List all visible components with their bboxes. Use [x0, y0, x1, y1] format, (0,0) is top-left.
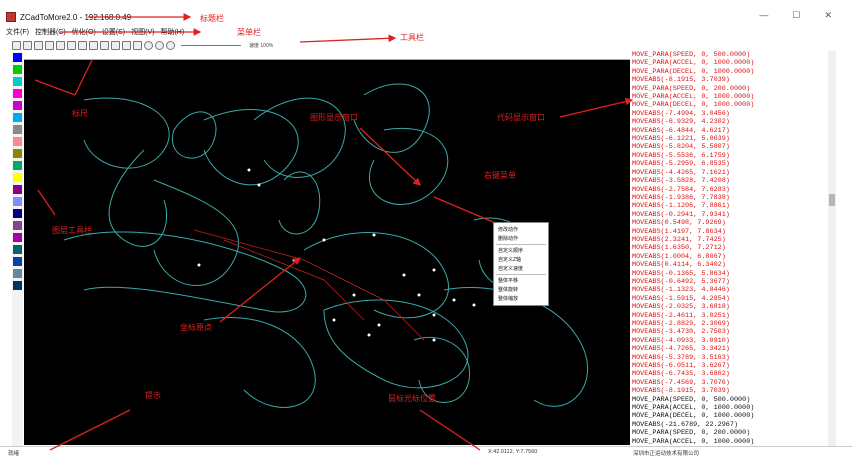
- anno-cursor-position: 鼠标光标位置: [388, 394, 436, 403]
- anno-menu-bar: 菜单栏: [237, 28, 261, 37]
- anno-layer-toolbar: 图层工具栏: [52, 226, 92, 235]
- anno-hint: 提示: [145, 391, 161, 400]
- anno-code-window: 代码显示窗口: [497, 113, 545, 122]
- anno-title-bar: 标题栏: [200, 14, 224, 23]
- anno-graphic-window: 图形显示窗口: [310, 113, 358, 122]
- anno-ruler: 标尺: [72, 109, 88, 118]
- anno-right-click-menu: 右键菜单: [484, 171, 516, 180]
- anno-origin: 坐标原点: [180, 323, 212, 332]
- anno-toolbar: 工具栏: [400, 33, 424, 42]
